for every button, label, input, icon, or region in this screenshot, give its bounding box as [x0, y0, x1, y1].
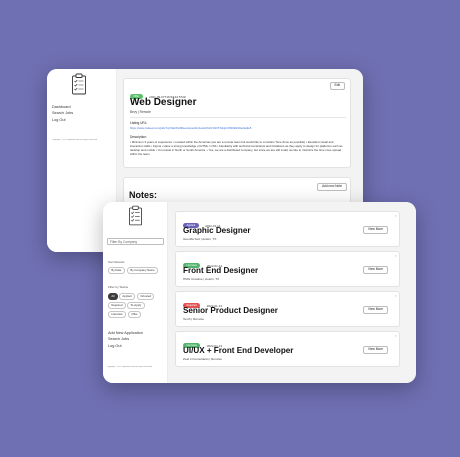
sidebar: Filter By Company Sort Results By Date B…	[103, 202, 168, 383]
job-title: Web Designer	[130, 97, 197, 108]
description-label: Description:	[130, 135, 147, 139]
status-rejected-button[interactable]: Rejected	[108, 302, 126, 309]
close-icon[interactable]: ×	[395, 334, 397, 338]
job-card[interactable]: × Rejected 2022-01-13 Senior Product Des…	[175, 291, 400, 327]
status-offer-button[interactable]: Offer	[128, 311, 141, 318]
job-company: HMG Creative | Austin, TX	[183, 277, 220, 281]
add-note-button[interactable]: Add new Note	[316, 183, 347, 192]
job-subtitle: Bevy | Remote	[130, 110, 151, 114]
nav-log-out[interactable]: Log Out	[108, 343, 143, 349]
job-company: Zeal it Consultants | Remote	[183, 357, 222, 361]
view-more-button[interactable]: View More	[363, 306, 388, 315]
status-all-button[interactable]: All	[108, 293, 118, 300]
job-card[interactable]: × Interview 2022-01-14 Front End Designe…	[175, 251, 400, 287]
close-icon[interactable]: ×	[395, 294, 397, 298]
job-company: Guerilla Suit | Austin, TX	[183, 237, 217, 241]
listing-url-label: Listing URL:	[130, 121, 148, 125]
filter-company-input[interactable]: Filter By Company	[107, 238, 164, 245]
nav-log-out[interactable]: Log Out	[52, 117, 73, 123]
status-applied-button[interactable]: Applied	[119, 293, 136, 300]
copyright: Copyright © 2021 RightNow.com. All Right…	[52, 139, 98, 141]
job-title: Senior Product Designer	[183, 306, 278, 315]
job-title: UI/UX + Front End Developer	[183, 346, 294, 355]
close-icon[interactable]: ×	[395, 214, 397, 218]
applications-window: Filter By Company Sort Results By Date B…	[103, 202, 416, 383]
view-more-button[interactable]: View More	[363, 226, 388, 235]
notes-heading: Notes:	[129, 190, 158, 200]
job-company: Tenth | Remote	[183, 317, 204, 321]
view-more-button[interactable]: View More	[363, 266, 388, 275]
job-title: Graphic Designer	[183, 226, 251, 235]
copyright: Copyright © 2021 RightNow.com. All Right…	[107, 366, 153, 368]
applications-list: × Applied 2022-01-14 Graphic Designer Gu…	[168, 202, 416, 383]
job-card[interactable]: × Interview 2022-01-13 UI/UX + Front End…	[175, 331, 400, 367]
description-text: • Minimum 3 years of experience • Locate…	[130, 140, 343, 157]
close-icon[interactable]: ×	[395, 254, 397, 258]
status-interview-button[interactable]: Interview	[108, 311, 126, 318]
listing-url-link[interactable]: https://www.indeed.com/jobs?q=Web%20Deve…	[130, 126, 346, 130]
sidebar-nav: Dashboard Search Jobs Log Out	[52, 104, 73, 123]
nav-search-jobs[interactable]: Search Jobs	[52, 110, 73, 116]
clipboard-checklist-icon	[128, 205, 143, 226]
job-card[interactable]: × Applied 2022-01-14 Graphic Designer Gu…	[175, 211, 400, 247]
job-detail-card: Offer 2021-09-07T16:57:44.572Z Edit Web …	[123, 78, 351, 168]
sort-by-date-button[interactable]: By Date	[108, 267, 125, 274]
filter-status-label: Filter by Status	[108, 285, 129, 289]
edit-button[interactable]: Edit	[329, 82, 345, 91]
sort-by-company-button[interactable]: By Company Name	[127, 267, 159, 274]
status-ghosted-button[interactable]: Ghosted	[137, 293, 155, 300]
status-to-apply-button[interactable]: To-Apply	[127, 302, 145, 309]
job-title: Front End Designer	[183, 266, 259, 275]
clipboard-checklist-icon	[72, 73, 86, 95]
sort-results-label: Sort Results	[108, 260, 125, 264]
view-more-button[interactable]: View More	[363, 346, 388, 355]
sidebar-nav: Add New Application Search Jobs Log Out	[108, 330, 143, 349]
